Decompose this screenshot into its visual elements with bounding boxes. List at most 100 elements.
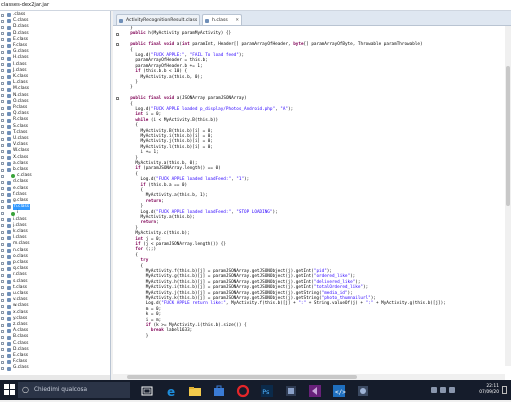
expand-toggle-icon[interactable] bbox=[1, 286, 4, 290]
expand-toggle-icon[interactable] bbox=[1, 87, 4, 91]
code-editor[interactable]: } public h(MyActivity paramMyActivity) {… bbox=[125, 26, 505, 366]
expand-toggle-icon[interactable] bbox=[1, 342, 4, 346]
expand-toggle-icon[interactable] bbox=[1, 149, 4, 153]
svg-text:Ps: Ps bbox=[262, 388, 270, 396]
close-icon[interactable]: ✕ bbox=[235, 15, 239, 26]
expand-toggle-icon[interactable] bbox=[1, 162, 4, 166]
expand-toggle-icon[interactable] bbox=[1, 317, 4, 321]
expand-toggle-icon[interactable] bbox=[1, 94, 4, 98]
expand-toggle-icon[interactable] bbox=[1, 106, 4, 110]
edge-browser-icon[interactable]: e bbox=[165, 383, 179, 399]
scroll-thumb[interactable] bbox=[506, 66, 510, 206]
expand-toggle-icon[interactable] bbox=[1, 255, 4, 259]
expand-toggle-icon[interactable] bbox=[1, 44, 4, 48]
notification-icon[interactable] bbox=[502, 386, 507, 394]
expand-toggle-icon[interactable] bbox=[1, 69, 4, 73]
class-file-icon bbox=[205, 18, 209, 23]
windows-start-icon[interactable] bbox=[4, 384, 16, 396]
expand-toggle-icon[interactable] bbox=[1, 63, 4, 67]
package-icon bbox=[7, 112, 11, 117]
editor-area: ActivityRecognitionResult.class h.class … bbox=[113, 11, 511, 380]
package-icon bbox=[7, 360, 11, 365]
expand-toggle-icon[interactable] bbox=[1, 230, 4, 234]
expand-toggle-icon[interactable] bbox=[1, 224, 4, 228]
volume-icon[interactable] bbox=[440, 387, 446, 393]
editor-vertical-scrollbar[interactable] bbox=[505, 26, 511, 366]
app-icon[interactable] bbox=[284, 383, 298, 397]
network-icon[interactable] bbox=[431, 387, 437, 393]
package-icon bbox=[7, 366, 11, 371]
expand-toggle-icon[interactable] bbox=[1, 348, 4, 352]
expand-toggle-icon[interactable] bbox=[1, 118, 4, 122]
tab-label: h.class bbox=[212, 18, 228, 23]
scroll-thumb[interactable] bbox=[127, 375, 357, 379]
code-editor-icon[interactable]: </> bbox=[332, 383, 346, 397]
expand-toggle-icon[interactable] bbox=[1, 249, 4, 253]
package-icon bbox=[7, 56, 11, 61]
tab-activityrecognitionresult[interactable]: ActivityRecognitionResult.class bbox=[116, 14, 200, 25]
expand-toggle-icon[interactable] bbox=[1, 13, 4, 17]
expand-toggle-icon[interactable] bbox=[1, 360, 4, 364]
expand-toggle-icon[interactable] bbox=[1, 19, 4, 23]
expand-toggle-icon[interactable] bbox=[1, 137, 4, 141]
expand-toggle-icon[interactable] bbox=[1, 292, 4, 296]
expand-toggle-icon[interactable] bbox=[1, 354, 4, 358]
expand-toggle-icon[interactable] bbox=[1, 273, 4, 277]
package-icon bbox=[7, 261, 11, 266]
expand-toggle-icon[interactable] bbox=[1, 125, 4, 129]
expand-toggle-icon[interactable] bbox=[1, 335, 4, 339]
expand-toggle-icon[interactable] bbox=[1, 366, 4, 370]
expand-toggle-icon[interactable] bbox=[1, 168, 4, 172]
expand-toggle-icon[interactable] bbox=[1, 218, 4, 222]
clock[interactable]: 22:11 07/09/20 bbox=[479, 384, 499, 396]
fold-toggle-icon[interactable]: − bbox=[116, 43, 120, 47]
expand-toggle-icon[interactable] bbox=[1, 211, 4, 215]
photoshop-icon[interactable]: Ps bbox=[260, 383, 274, 397]
green-class-icon bbox=[11, 174, 15, 179]
expand-toggle-icon[interactable] bbox=[1, 56, 4, 60]
visual-studio-icon[interactable] bbox=[308, 383, 322, 397]
store-icon[interactable] bbox=[212, 383, 226, 397]
fold-toggle-icon[interactable]: − bbox=[116, 97, 120, 101]
expand-toggle-icon[interactable] bbox=[1, 32, 4, 36]
expand-toggle-icon[interactable] bbox=[1, 267, 4, 271]
package-explorer-tree[interactable]: .class C.class D.class D.class E.class F.clas… bbox=[0, 11, 111, 380]
expand-toggle-icon[interactable] bbox=[1, 323, 4, 327]
expand-toggle-icon[interactable] bbox=[1, 180, 4, 184]
expand-toggle-icon[interactable] bbox=[1, 38, 4, 42]
expand-toggle-icon[interactable] bbox=[1, 75, 4, 79]
expand-toggle-icon[interactable] bbox=[1, 50, 4, 54]
expand-toggle-icon[interactable] bbox=[1, 174, 4, 178]
taskbar-search-box[interactable]: ○ Chiedimi qualcosa bbox=[18, 382, 130, 398]
package-icon bbox=[7, 354, 11, 359]
package-icon bbox=[7, 254, 11, 259]
expand-toggle-icon[interactable] bbox=[1, 205, 4, 209]
tree-item[interactable]: G.class bbox=[0, 365, 110, 371]
expand-toggle-icon[interactable] bbox=[1, 311, 4, 315]
expand-toggle-icon[interactable] bbox=[1, 242, 4, 246]
fold-toggle-icon[interactable]: − bbox=[116, 32, 120, 36]
expand-toggle-icon[interactable] bbox=[1, 280, 4, 284]
expand-toggle-icon[interactable] bbox=[1, 298, 4, 302]
expand-toggle-icon[interactable] bbox=[1, 199, 4, 203]
expand-toggle-icon[interactable] bbox=[1, 143, 4, 147]
expand-toggle-icon[interactable] bbox=[1, 236, 4, 240]
file-explorer-icon[interactable] bbox=[188, 383, 202, 397]
expand-toggle-icon[interactable] bbox=[1, 261, 4, 265]
opera-browser-icon[interactable] bbox=[236, 383, 250, 398]
expand-toggle-icon[interactable] bbox=[1, 156, 4, 160]
expand-toggle-icon[interactable] bbox=[1, 81, 4, 85]
expand-toggle-icon[interactable] bbox=[1, 193, 4, 197]
keyboard-icon[interactable] bbox=[449, 387, 455, 393]
expand-toggle-icon[interactable] bbox=[1, 25, 4, 29]
expand-toggle-icon[interactable] bbox=[1, 304, 4, 308]
tab-h-class[interactable]: h.class ✕ bbox=[202, 14, 242, 25]
task-view-icon[interactable] bbox=[140, 383, 154, 397]
app-icon[interactable] bbox=[356, 383, 370, 397]
expand-toggle-icon[interactable] bbox=[1, 131, 4, 135]
expand-toggle-icon[interactable] bbox=[1, 187, 4, 191]
expand-toggle-icon[interactable] bbox=[1, 112, 4, 116]
expand-toggle-icon[interactable] bbox=[1, 100, 4, 104]
expand-toggle-icon[interactable] bbox=[1, 329, 4, 333]
code-line: public final void a(JSONArray paramJSONA… bbox=[130, 96, 247, 102]
